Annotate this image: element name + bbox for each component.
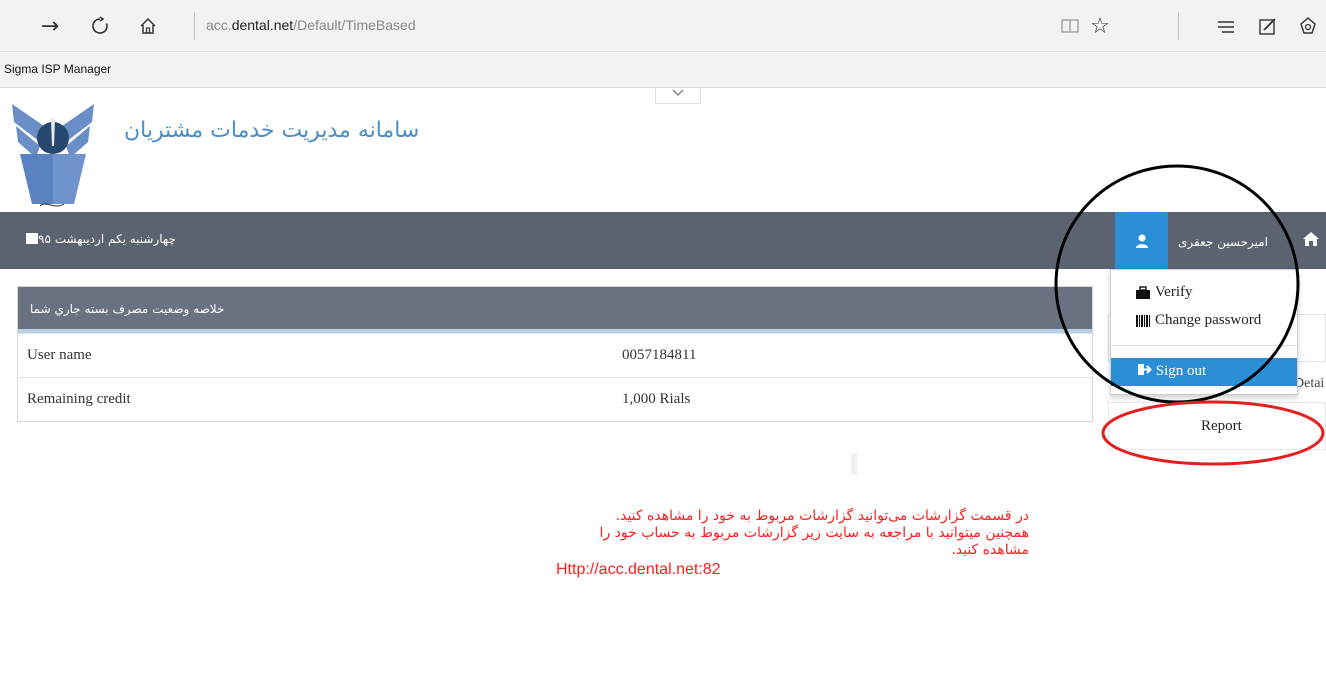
barcode-icon: [1136, 314, 1150, 327]
user-menu-button[interactable]: [1115, 212, 1168, 269]
menu-divider: [1111, 345, 1297, 346]
browser-toolbar: → acc.dental.net/Default/TimeBased ☆: [0, 0, 1326, 52]
sign-out-label: Sign out: [1155, 363, 1207, 379]
package-summary-panel: خلاصه وضعیت مصرف بسته جاري شما User name…: [17, 286, 1093, 422]
row-label: User name: [27, 347, 92, 363]
reading-view-icon[interactable]: [1054, 10, 1086, 42]
url-prefix: acc.: [206, 17, 232, 33]
row-label: Remaining credit: [27, 391, 131, 407]
share-icon[interactable]: [1292, 10, 1324, 42]
annotation-url: Http://acc.dental.net:82: [556, 561, 721, 578]
annotation-text: در قسمت گزارشات می‌توانید گزارشات مربوط …: [556, 508, 1029, 578]
user-icon: [1135, 234, 1148, 248]
home-nav-icon[interactable]: [1302, 230, 1320, 253]
date-label: چهارشنبه یکم اردیبهشت ۹۵: [22, 232, 176, 246]
toolbar-separator: [1178, 12, 1179, 40]
report-link[interactable]: Report: [1108, 402, 1326, 450]
sign-out-icon: [1138, 364, 1152, 375]
sign-out-menu-item[interactable]: Sign out: [1111, 358, 1297, 386]
row-value: 1,000 Rials: [622, 391, 691, 407]
date-text: چهارشنبه یکم اردیبهشت ۹۵: [38, 232, 176, 246]
change-password-label: Change password: [1155, 312, 1262, 328]
home-icon[interactable]: [132, 10, 164, 42]
annotation-line-1: در قسمت گزارشات می‌توانید گزارشات مربوط …: [615, 508, 1029, 524]
table-row: Remaining credit 1,000 Rials: [18, 377, 1092, 421]
university-logo: [10, 96, 96, 212]
panel-title: خلاصه وضعیت مصرف بسته جاري شما: [30, 302, 225, 316]
hub-icon[interactable]: [1210, 10, 1242, 42]
faded-marker: [851, 453, 857, 475]
favorite-star-icon[interactable]: ☆: [1084, 10, 1116, 42]
calendar-icon: [26, 233, 38, 244]
refresh-icon[interactable]: [84, 10, 116, 42]
row-value: 0057184811: [622, 347, 697, 363]
panel-header: خلاصه وضعیت مصرف بسته جاري شما: [18, 287, 1092, 333]
verify-menu-item[interactable]: Verify: [1135, 284, 1193, 301]
details-link-fragment[interactable]: Detai: [1294, 376, 1324, 392]
forward-icon[interactable]: →: [34, 10, 66, 42]
url-host: dental.net: [231, 17, 294, 33]
table-row: User name 0057184811: [18, 333, 1092, 377]
favorites-bar: Sigma ISP Manager: [0, 52, 1326, 88]
briefcase-icon: [1136, 285, 1150, 299]
user-name[interactable]: امیرحسین جعفری: [1178, 235, 1268, 249]
web-note-icon[interactable]: [1252, 10, 1284, 42]
verify-label: Verify: [1155, 284, 1193, 300]
url-path: /Default/TimeBased: [293, 17, 416, 33]
address-separator: [194, 12, 195, 40]
collapse-header-tab[interactable]: [655, 88, 701, 104]
annotation-line-2: همچنین میتوانید با مراجعه به سایت زیر گز…: [599, 525, 1029, 558]
address-bar[interactable]: acc.dental.net/Default/TimeBased: [206, 17, 416, 33]
report-label: Report: [1201, 418, 1242, 434]
user-dropdown-menu: Verify Change password Sign out: [1110, 269, 1298, 395]
change-password-menu-item[interactable]: Change password: [1135, 312, 1261, 329]
favorite-link[interactable]: Sigma ISP Manager: [4, 62, 111, 76]
site-title: سامانه مدیریت خدمات مشتریان: [124, 118, 420, 143]
